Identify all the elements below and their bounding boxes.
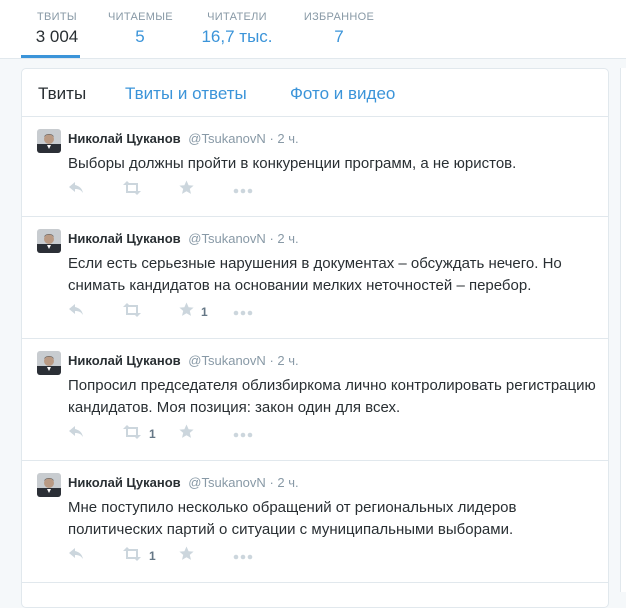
author-handle[interactable]: @TsukanovN [188,353,266,368]
tweet-time[interactable]: · 2 ч. [269,131,298,146]
star-icon [179,546,194,566]
tweet[interactable]: Николай Цуканов @TsukanovN · 2 ч. Попрос… [22,339,608,461]
tab-tweets-and-replies[interactable]: Твиты и ответы [125,84,247,104]
tab-photos-and-videos[interactable]: Фото и видео [290,84,395,104]
profile-stats-bar: ТВИТЫ 3 004 ЧИТАЕМЫЕ 5 ЧИТАТЕЛИ 16,7 тыс… [0,0,626,59]
tweet-actions: 1 [68,302,268,322]
stat-tweets[interactable]: ТВИТЫ 3 004 [21,0,80,58]
more-button[interactable] [233,180,253,200]
tweet-time[interactable]: · 2 ч. [269,353,298,368]
more-button[interactable] [233,302,253,322]
reply-icon [68,303,84,322]
retweet-icon [122,302,142,322]
stat-label: ЧИТАТЕЛИ [207,11,267,23]
tweet-header: Николай Цуканов @TsukanovN · 2 ч. [68,475,299,490]
tweet-actions: 1 [68,546,268,566]
tweet-text: Выборы должны пройти в конкуренции прогр… [68,155,517,172]
stat-value: 5 [135,27,145,46]
star-icon [179,302,194,322]
reply-icon [68,547,84,566]
star-icon [179,180,194,200]
author-handle[interactable]: @TsukanovN [188,475,266,490]
reply-button[interactable] [68,180,84,200]
reply-button[interactable] [68,302,84,322]
stat-value: 7 [334,27,344,46]
stat-label: ЧИТАЕМЫЕ [108,11,173,23]
more-icon [233,181,253,199]
avatar[interactable] [37,129,61,153]
retweet-button[interactable] [122,302,149,322]
tweet-time[interactable]: · 2 ч. [269,231,298,246]
star-icon [179,424,194,444]
tweet-actions [68,180,268,200]
reply-icon [68,425,84,444]
stat-value: 16,7 тыс. [201,27,273,46]
tweet-header: Николай Цуканов @TsukanovN · 2 ч. [68,353,299,368]
favorite-button[interactable]: 1 [179,302,208,322]
timeline-card: Твиты Твиты и ответы Фото и видео Никола… [21,68,609,608]
tweet-text: Попросил председателя облизбиркома лично… [68,377,596,416]
more-icon [233,303,253,321]
stat-following[interactable]: ЧИТАЕМЫЕ 5 [108,0,173,58]
stat-label: ТВИТЫ [37,11,77,23]
retweet-count: 1 [149,549,156,563]
tweet-actions: 1 [68,424,268,444]
author-name[interactable]: Николай Цуканов [68,231,181,246]
tweet-header: Николай Цуканов @TsukanovN · 2 ч. [68,131,299,146]
stat-favorites[interactable]: ИЗБРАННОЕ 7 [303,0,375,58]
tweet-text: Мне поступило несколько обращений от рег… [68,499,517,538]
author-name[interactable]: Николай Цуканов [68,475,181,490]
reply-button[interactable] [68,546,84,566]
more-icon [233,425,253,443]
more-button[interactable] [233,424,253,444]
favorite-button[interactable] [179,180,201,200]
author-name[interactable]: Николай Цуканов [68,131,181,146]
reply-button[interactable] [68,424,84,444]
avatar[interactable] [37,229,61,253]
tweet-header: Николай Цуканов @TsukanovN · 2 ч. [68,231,299,246]
timeline-tabs: Твиты Твиты и ответы Фото и видео [22,69,608,117]
more-button[interactable] [233,546,253,566]
tab-tweets[interactable]: Твиты [38,84,86,104]
more-icon [233,547,253,565]
avatar[interactable] [37,351,61,375]
author-name[interactable]: Николай Цуканов [68,353,181,368]
retweet-button[interactable] [122,180,149,200]
tweet-text: Если есть серьезные нарушения в документ… [68,255,562,294]
reply-icon [68,181,84,200]
tweet[interactable]: Николай Цуканов @TsukanovN · 2 ч. Мне по… [22,461,608,583]
retweet-icon [122,546,142,566]
favorite-button[interactable] [179,424,201,444]
retweet-count: 1 [149,427,156,441]
stat-followers[interactable]: ЧИТАТЕЛИ 16,7 тыс. [199,0,275,58]
avatar[interactable] [37,473,61,497]
retweet-button[interactable]: 1 [122,424,156,444]
favorite-count: 1 [201,305,208,319]
retweet-icon [122,424,142,444]
side-panel-edge [620,68,626,592]
tweet-time[interactable]: · 2 ч. [269,475,298,490]
author-handle[interactable]: @TsukanovN [188,131,266,146]
tweet[interactable]: Николай Цуканов @TsukanovN · 2 ч. Если е… [22,217,608,339]
tweet[interactable]: Николай Цуканов @TsukanovN · 2 ч. Выборы… [22,117,608,217]
retweet-icon [122,180,142,200]
retweet-button[interactable]: 1 [122,546,156,566]
author-handle[interactable]: @TsukanovN [188,231,266,246]
favorite-button[interactable] [179,546,201,566]
stat-label: ИЗБРАННОЕ [303,11,375,23]
stat-value: 3 004 [35,27,79,46]
